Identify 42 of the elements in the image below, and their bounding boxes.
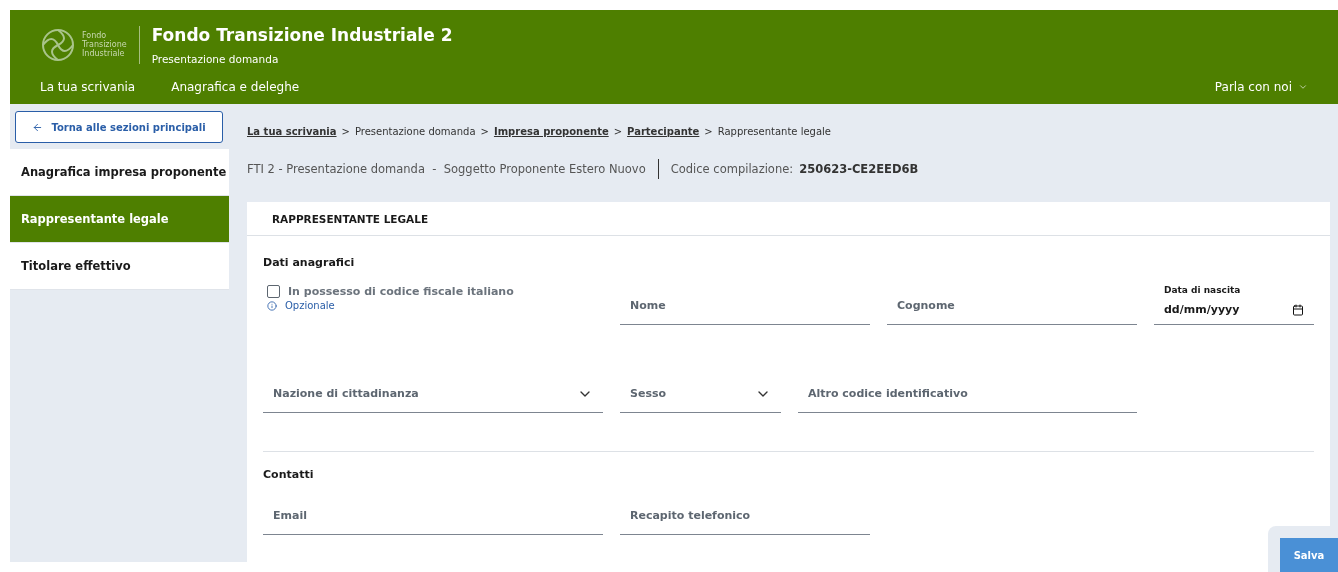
- sidebar-item[interactable]: Rappresentante legale: [10, 196, 229, 243]
- calendar-icon: [1292, 304, 1304, 316]
- input-field[interactable]: Email: [263, 497, 603, 535]
- contact-menu[interactable]: Parla con noi: [1214, 79, 1308, 94]
- back-button[interactable]: Torna alle sezioni principali: [15, 111, 223, 143]
- input-field[interactable]: Cognome: [887, 287, 1137, 325]
- nav-link[interactable]: Anagrafica e deleghe: [171, 79, 300, 94]
- breadcrumb-text: Rappresentante legale: [717, 125, 831, 137]
- select-field[interactable]: Nazione di cittadinanza: [263, 375, 603, 413]
- code-label: Codice compilazione:: [670, 162, 794, 176]
- logo-text: Fondo Transizione Industriale: [82, 31, 127, 59]
- logo-icon: [40, 26, 76, 63]
- checkbox-label: In possesso di codice fiscale italiano: [288, 285, 514, 298]
- panel-title: RAPPRESENTANTE LEGALE: [247, 202, 1330, 236]
- input-field[interactable]: Altro codice identificativo: [798, 375, 1137, 413]
- breadcrumb-separator: >: [704, 125, 713, 137]
- breadcrumb-separator: >: [613, 125, 623, 137]
- checkbox[interactable]: [267, 285, 280, 298]
- input-field[interactable]: Recapito telefonico: [620, 497, 870, 535]
- app-title: Fondo Transizione Industriale 2: [151, 24, 453, 45]
- section-title: Contatti: [263, 468, 315, 481]
- sidebar-item[interactable]: Titolare effettivo: [10, 243, 229, 290]
- breadcrumb-text: Presentazione domanda: [354, 125, 476, 137]
- application-info: FTI 2 - Presentazione domanda - Soggetto Proponente Estero Nuovo: [247, 162, 646, 176]
- info-icon: [267, 300, 277, 311]
- breadcrumb-link[interactable]: Partecipante: [627, 125, 700, 137]
- app-subtitle: Presentazione domanda: [151, 52, 280, 65]
- date-field[interactable]: dd/mm/yyyy: [1154, 295, 1314, 325]
- nav-link[interactable]: La tua scrivania: [40, 79, 136, 94]
- section-title: Dati anagrafici: [263, 256, 356, 269]
- arrow-left-icon: [32, 121, 44, 133]
- field-label: Data di nascita: [1163, 285, 1242, 295]
- sidebar-item[interactable]: Anagrafica impresa proponente: [10, 149, 229, 196]
- breadcrumb-link[interactable]: La tua scrivania: [247, 125, 337, 137]
- breadcrumb-separator: >: [480, 125, 489, 137]
- breadcrumb-link[interactable]: Impresa proponente: [493, 125, 609, 137]
- input-field[interactable]: Nome: [620, 287, 870, 325]
- select-field[interactable]: Sesso: [620, 375, 781, 413]
- save-button[interactable]: Salva: [1280, 538, 1338, 572]
- code-value: 250623-CE2EED6B: [799, 162, 919, 176]
- hint-text: Opzionale: [285, 300, 335, 311]
- breadcrumb-separator: >: [341, 125, 350, 137]
